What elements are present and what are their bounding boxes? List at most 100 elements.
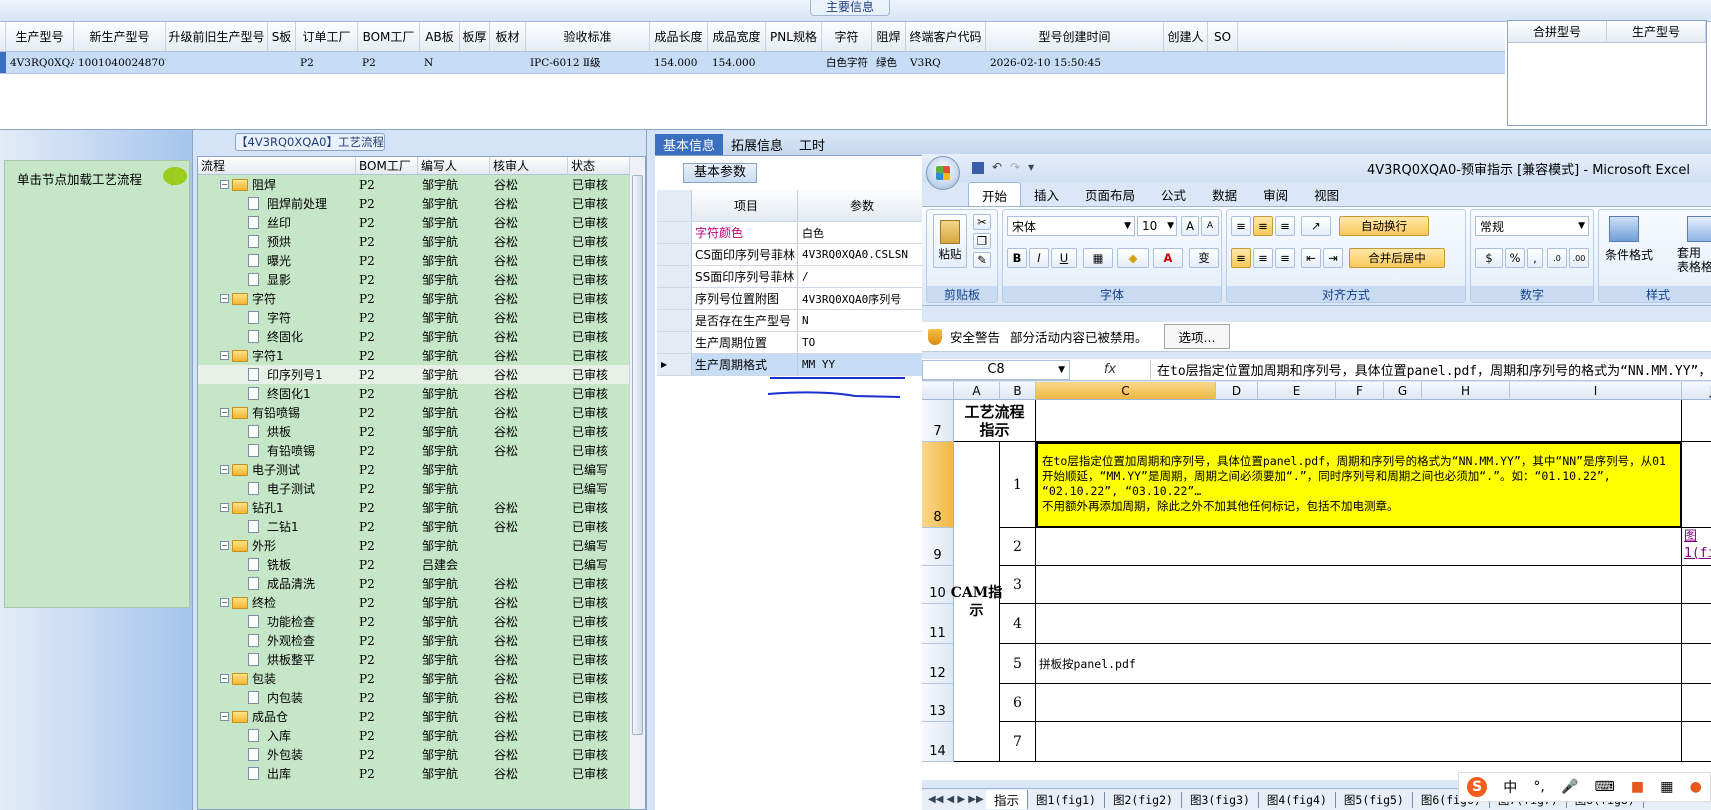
collapse-toggle-icon[interactable]: − [220, 294, 229, 303]
param-row[interactable]: 是否存在生产型号 N [657, 310, 922, 332]
sheet-nav-icon[interactable]: ◀◀ ◀ ▶ ▶▶ [922, 794, 986, 805]
tree-row[interactable]: 烘板 P2 邹宇航 谷松 已审核 [198, 422, 645, 441]
grid-col-header[interactable]: BOM工厂 [358, 22, 420, 51]
cell-j9-link[interactable]: 图 1(fig1 [1682, 528, 1711, 566]
grid-cell[interactable] [766, 52, 822, 73]
wrap-text-button[interactable]: 自动换行 [1339, 216, 1429, 236]
cell-c9[interactable] [1036, 528, 1682, 566]
tree-col-reviewer[interactable]: 核审人 [490, 157, 568, 174]
row-header[interactable]: 9 [922, 528, 954, 566]
row-selector[interactable] [657, 332, 692, 353]
cell-j14[interactable] [1682, 722, 1711, 762]
row-header[interactable]: 14 [922, 722, 954, 762]
grid-col-header[interactable]: 生产型号 [6, 22, 74, 51]
row-selector[interactable] [657, 244, 692, 265]
cell-j11[interactable] [1682, 604, 1711, 644]
collapse-toggle-icon[interactable]: − [220, 408, 229, 417]
tree-row[interactable]: 阻焊前处理 P2 邹宇航 谷松 已审核 [198, 194, 645, 213]
column-header[interactable]: E [1258, 382, 1336, 400]
sheet-tab[interactable]: 指示 [986, 790, 1029, 809]
grid-cell[interactable]: 10010400248707 [74, 52, 166, 73]
cell-c11[interactable] [1036, 604, 1682, 644]
column-header[interactable]: F [1336, 382, 1384, 400]
tree-row[interactable]: 铣板 P2 吕建会 已编写 [198, 555, 645, 574]
tree-scrollbar[interactable] [629, 157, 645, 809]
underline-icon[interactable]: U [1051, 248, 1077, 268]
mascot-icon[interactable]: ● [1690, 779, 1702, 795]
step-number[interactable]: 5 [1000, 644, 1036, 684]
font-size-combo[interactable]: 10 ▼ [1137, 216, 1177, 236]
param-row[interactable]: 字符颜色 白色 [657, 222, 922, 244]
grid-cell[interactable]: 154.000 [708, 52, 766, 73]
grid-cell[interactable]: 154.000 [650, 52, 708, 73]
grid-cell[interactable]: P2 [296, 52, 358, 73]
row-selector-header[interactable] [657, 190, 692, 221]
tree-row[interactable]: 烘板整平 P2 邹宇航 谷松 已审核 [198, 650, 645, 669]
column-header[interactable]: D [1216, 382, 1258, 400]
tree-row[interactable]: − 阻焊 P2 邹宇航 谷松 已审核 [198, 175, 645, 194]
collapse-toggle-icon[interactable]: − [220, 351, 229, 360]
phonetic-icon[interactable]: 变 [1189, 248, 1219, 268]
tree-col-process[interactable]: 流程 [198, 157, 356, 174]
grid-col-header[interactable]: 升级前旧生产型号 [166, 22, 268, 51]
param-value[interactable]: / [798, 266, 922, 287]
copy-icon[interactable]: ❐ [973, 233, 991, 249]
grid-cell[interactable] [268, 52, 296, 73]
tree-col-bom[interactable]: BOM工厂 [356, 157, 418, 174]
cell-j13[interactable] [1682, 684, 1711, 722]
row-header[interactable]: 10 [922, 566, 954, 604]
cell-c7[interactable] [1036, 400, 1682, 442]
customize-qat-icon[interactable]: ▾ [1028, 160, 1034, 174]
select-all-corner[interactable] [922, 382, 954, 400]
increase-indent-icon[interactable]: ⇥ [1323, 248, 1343, 268]
fill-color-icon[interactable]: ◆ [1117, 248, 1149, 268]
step-number[interactable]: 3 [1000, 566, 1036, 604]
param-value[interactable]: TO [798, 332, 922, 353]
formula-content[interactable]: 在to层指定位置加周期和序列号，具体位置panel.pdf，周期和序列号的格式为… [1150, 360, 1711, 379]
param-value[interactable]: N [798, 310, 922, 331]
tree-row[interactable]: 电子测试 P2 邹宇航 已编写 [198, 479, 645, 498]
tree-row[interactable]: 印序列号1 P2 邹宇航 谷松 已审核 [198, 365, 645, 384]
cell-c12[interactable]: 拼板按panel.pdf [1036, 644, 1682, 684]
tree-row[interactable]: 功能检查 P2 邹宇航 谷松 已审核 [198, 612, 645, 631]
conditional-format-label[interactable]: 条件格式 [1605, 246, 1653, 263]
ribbon-tab[interactable]: 开始 [968, 182, 1022, 206]
collapse-toggle-icon[interactable]: − [220, 465, 229, 474]
grid-cell[interactable] [490, 52, 526, 73]
worksheet-grid[interactable]: A B C D E F G H I J 7 8 9 10 11 12 13 14… [922, 382, 1711, 780]
sogou-logo-icon[interactable]: S [1467, 777, 1488, 797]
grid-cell[interactable]: IPC-6012 Ⅱ级 [526, 52, 650, 73]
column-header[interactable]: H [1422, 382, 1510, 400]
grid-cell[interactable]: 4V3RQ0XQA0 [6, 52, 74, 73]
decrease-decimal-icon[interactable]: .00 [1569, 248, 1589, 268]
splitter[interactable] [646, 130, 655, 810]
tree-row[interactable]: 显影 P2 邹宇航 谷松 已审核 [198, 270, 645, 289]
sheet-tab[interactable]: 图1(fig1) [1028, 791, 1105, 808]
merge-center-button[interactable]: 合并后居中 [1349, 248, 1445, 268]
comma-icon[interactable]: , [1527, 248, 1543, 268]
align-bottom-icon[interactable]: ≡ [1275, 216, 1295, 236]
grid-col-header[interactable]: 终端客户代码 [906, 22, 986, 51]
param-row[interactable]: SS面印序列号菲林 / [657, 266, 922, 288]
param-row[interactable]: 生产周期位置 TO [657, 332, 922, 354]
decrease-indent-icon[interactable]: ⇤ [1301, 248, 1321, 268]
align-center-icon[interactable]: ≡ [1253, 248, 1273, 268]
grid-col-header[interactable]: 字符 [822, 22, 872, 51]
save-icon[interactable] [972, 162, 984, 174]
name-box[interactable]: C8 ▼ [922, 359, 1070, 380]
row-selector[interactable]: ▶ [657, 354, 692, 375]
microphone-icon[interactable]: 🎤 [1561, 779, 1578, 795]
column-header[interactable]: A [954, 382, 1000, 400]
table-format-label[interactable]: 套用 表格格式 [1677, 246, 1711, 274]
tree-row[interactable]: − 外形 P2 邹宇航 已编写 [198, 536, 645, 555]
toolbox-icon[interactable]: ▦ [1660, 779, 1673, 795]
ribbon-tab[interactable]: 页面布局 [1072, 182, 1148, 206]
ribbon-tab[interactable]: 审阅 [1250, 182, 1301, 206]
number-format-combo[interactable]: 常规 ▼ [1475, 216, 1589, 236]
shrink-font-icon[interactable]: A [1201, 216, 1219, 236]
column-header[interactable]: G [1384, 382, 1422, 400]
tab-extended-info[interactable]: 拓展信息 [723, 134, 791, 155]
grid-col-header[interactable]: PNL规格 [766, 22, 822, 51]
cam-instruction-label[interactable]: CAM指 示 [951, 442, 1002, 762]
grid-col-header[interactable]: 验收标准 [526, 22, 650, 51]
